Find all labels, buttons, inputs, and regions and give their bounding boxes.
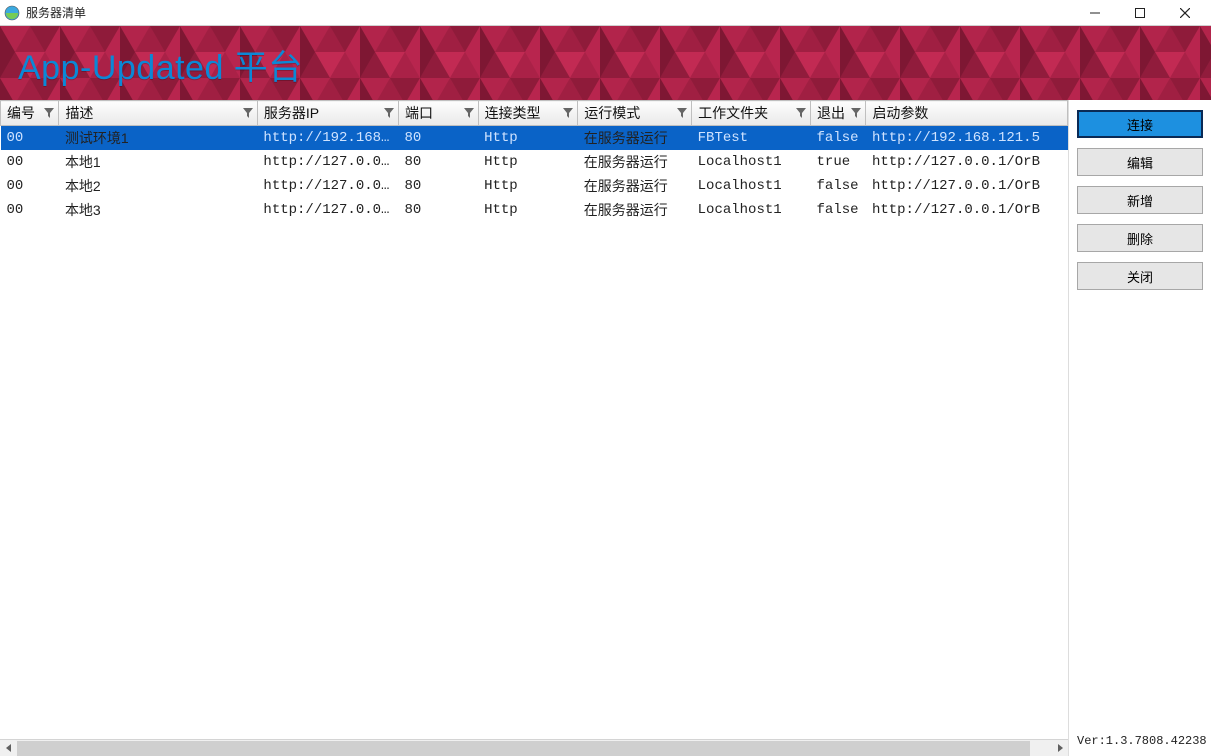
cell-desc[interactable]: 本地1 (59, 150, 257, 174)
cell-port[interactable]: 80 (398, 150, 478, 174)
column-header-label: 描述 (65, 105, 93, 121)
grid-panel: 编号描述服务器IP端口连接类型运行模式工作文件夹退出启动参数 00测试环境1ht… (0, 100, 1069, 756)
grid-scroll[interactable]: 编号描述服务器IP端口连接类型运行模式工作文件夹退出启动参数 00测试环境1ht… (0, 100, 1068, 739)
cell-args[interactable]: http://127.0.0.1/OrB (866, 198, 1068, 222)
cell-id[interactable]: 00 (1, 198, 59, 222)
scroll-right-button[interactable] (1051, 740, 1068, 756)
column-header-mode[interactable]: 运行模式 (578, 101, 692, 126)
cell-folder[interactable]: FBTest (692, 126, 811, 151)
cell-folder[interactable]: Localhost1 (692, 174, 811, 198)
column-header-ip[interactable]: 服务器IP (257, 101, 398, 126)
banner: App-Updated 平台 (0, 26, 1211, 100)
filter-icon[interactable] (796, 108, 806, 118)
titlebar: 服务器清单 (0, 0, 1211, 26)
column-header-label: 运行模式 (584, 105, 640, 121)
banner-title: App-Updated 平台 (0, 26, 1211, 89)
window-title: 服务器清单 (26, 4, 1072, 21)
cell-id[interactable]: 00 (1, 126, 59, 151)
cell-exit[interactable]: true (811, 150, 866, 174)
cell-desc[interactable]: 测试环境1 (59, 126, 257, 151)
column-header-label: 编号 (7, 105, 35, 121)
cell-ip[interactable]: http://127.0.0… (257, 174, 398, 198)
connect-button[interactable]: 连接 (1077, 110, 1203, 138)
cell-ip[interactable]: http://192.168… (257, 126, 398, 151)
cell-port[interactable]: 80 (398, 198, 478, 222)
cell-id[interactable]: 00 (1, 150, 59, 174)
minimize-button[interactable] (1072, 0, 1117, 26)
cell-desc[interactable]: 本地2 (59, 174, 257, 198)
cell-mode[interactable]: 在服务器运行 (578, 198, 692, 222)
add-button[interactable]: 新增 (1077, 186, 1203, 214)
column-header-port[interactable]: 端口 (398, 101, 478, 126)
column-header-label: 工作文件夹 (698, 105, 768, 121)
server-table: 编号描述服务器IP端口连接类型运行模式工作文件夹退出启动参数 00测试环境1ht… (0, 100, 1068, 222)
cell-conn[interactable]: Http (478, 150, 578, 174)
main: 编号描述服务器IP端口连接类型运行模式工作文件夹退出启动参数 00测试环境1ht… (0, 100, 1211, 756)
column-header-label: 服务器IP (264, 105, 319, 121)
window-controls (1072, 0, 1207, 26)
delete-button[interactable]: 删除 (1077, 224, 1203, 252)
cell-mode[interactable]: 在服务器运行 (578, 174, 692, 198)
filter-icon[interactable] (384, 108, 394, 118)
scroll-thumb[interactable] (17, 741, 1030, 756)
scroll-left-button[interactable] (0, 740, 17, 756)
filter-icon[interactable] (677, 108, 687, 118)
cell-exit[interactable]: false (811, 174, 866, 198)
filter-icon[interactable] (464, 108, 474, 118)
cell-mode[interactable]: 在服务器运行 (578, 126, 692, 151)
cell-args[interactable]: http://192.168.121.5 (866, 126, 1068, 151)
cell-desc[interactable]: 本地3 (59, 198, 257, 222)
column-header-exit[interactable]: 退出 (811, 101, 866, 126)
cell-ip[interactable]: http://127.0.0… (257, 150, 398, 174)
close-button[interactable] (1162, 0, 1207, 26)
table-row[interactable]: 00测试环境1http://192.168…80Http在服务器运行FBTest… (1, 126, 1068, 151)
column-header-id[interactable]: 编号 (1, 101, 59, 126)
cell-port[interactable]: 80 (398, 174, 478, 198)
column-header-folder[interactable]: 工作文件夹 (692, 101, 811, 126)
cell-args[interactable]: http://127.0.0.1/OrB (866, 150, 1068, 174)
table-header-row: 编号 描述 服务器IP 端口 连接类型 运行模式 工作文件夹 退出 启动参数 (1, 101, 1068, 126)
column-header-conn[interactable]: 连接类型 (478, 101, 578, 126)
cell-ip[interactable]: http://127.0.0… (257, 198, 398, 222)
horizontal-scrollbar[interactable] (0, 739, 1068, 756)
table-body: 00测试环境1http://192.168…80Http在服务器运行FBTest… (1, 126, 1068, 223)
filter-icon[interactable] (851, 108, 861, 118)
cell-conn[interactable]: Http (478, 174, 578, 198)
column-header-label: 启动参数 (872, 105, 928, 121)
side-panel: 连接 编辑 新增 删除 关闭 Ver:1.3.7808.42238 (1069, 100, 1211, 756)
maximize-button[interactable] (1117, 0, 1162, 26)
scroll-track[interactable] (17, 740, 1051, 756)
cell-conn[interactable]: Http (478, 198, 578, 222)
table-row[interactable]: 00本地2http://127.0.0…80Http在服务器运行Localhos… (1, 174, 1068, 198)
filter-icon[interactable] (243, 108, 253, 118)
cell-conn[interactable]: Http (478, 126, 578, 151)
cell-mode[interactable]: 在服务器运行 (578, 150, 692, 174)
cell-folder[interactable]: Localhost1 (692, 198, 811, 222)
filter-icon[interactable] (44, 108, 54, 118)
table-row[interactable]: 00本地1http://127.0.0…80Http在服务器运行Localhos… (1, 150, 1068, 174)
column-header-args[interactable]: 启动参数 (866, 101, 1068, 126)
cell-folder[interactable]: Localhost1 (692, 150, 811, 174)
cell-exit[interactable]: false (811, 198, 866, 222)
app-icon (4, 5, 20, 21)
filter-icon[interactable] (563, 108, 573, 118)
column-header-label: 连接类型 (485, 105, 541, 121)
column-header-desc[interactable]: 描述 (59, 101, 257, 126)
cell-exit[interactable]: false (811, 126, 866, 151)
edit-button[interactable]: 编辑 (1077, 148, 1203, 176)
cell-port[interactable]: 80 (398, 126, 478, 151)
cell-args[interactable]: http://127.0.0.1/OrB (866, 174, 1068, 198)
version-label: Ver:1.3.7808.42238 (1077, 732, 1203, 752)
table-row[interactable]: 00本地3http://127.0.0…80Http在服务器运行Localhos… (1, 198, 1068, 222)
column-header-label: 退出 (817, 105, 845, 121)
close-action-button[interactable]: 关闭 (1077, 262, 1203, 290)
cell-id[interactable]: 00 (1, 174, 59, 198)
column-header-label: 端口 (405, 105, 433, 121)
